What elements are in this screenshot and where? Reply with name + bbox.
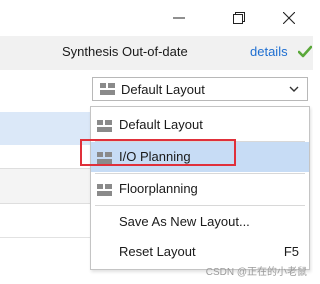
selected-row-background xyxy=(0,112,92,145)
menu-item-label: Default Layout xyxy=(119,117,203,132)
close-icon xyxy=(283,12,295,24)
annotation-highlight-box xyxy=(80,139,236,166)
layout-icon xyxy=(97,120,112,132)
restore-icon xyxy=(233,12,245,24)
menu-item-label: Floorplanning xyxy=(119,181,198,196)
menu-separator xyxy=(95,205,305,206)
panel-row-background xyxy=(0,168,92,204)
restore-button[interactable] xyxy=(222,4,256,32)
menu-item-floorplanning[interactable]: Floorplanning xyxy=(91,174,309,204)
minimize-icon xyxy=(173,17,185,19)
menu-item-save-as-new-layout[interactable]: Save As New Layout... xyxy=(91,207,309,237)
layout-menu: Default Layout I/O Planning Floorplannin… xyxy=(90,106,310,270)
menu-item-default-layout[interactable]: Default Layout xyxy=(91,110,309,140)
watermark: CSDN @正在的小老鼠 xyxy=(205,267,307,278)
layout-dropdown[interactable]: Default Layout xyxy=(92,77,308,101)
checkmark-icon xyxy=(298,45,312,58)
app-window: Synthesis Out-of-date details Default La… xyxy=(0,0,313,284)
minimize-button[interactable] xyxy=(162,4,196,32)
project-status-bar: Synthesis Out-of-date details xyxy=(0,36,313,70)
chevron-down-icon xyxy=(289,86,299,92)
divider xyxy=(0,237,92,238)
layout-icon xyxy=(100,83,115,95)
menu-item-label: Save As New Layout... xyxy=(119,214,250,229)
layout-icon xyxy=(97,184,112,196)
shortcut-label: F5 xyxy=(283,244,299,259)
layout-dropdown-value: Default Layout xyxy=(121,82,205,97)
menu-item-label: Reset Layout xyxy=(119,244,196,259)
synthesis-status-text: Synthesis Out-of-date xyxy=(62,44,188,59)
close-button[interactable] xyxy=(272,4,306,32)
details-link[interactable]: details xyxy=(250,44,288,59)
